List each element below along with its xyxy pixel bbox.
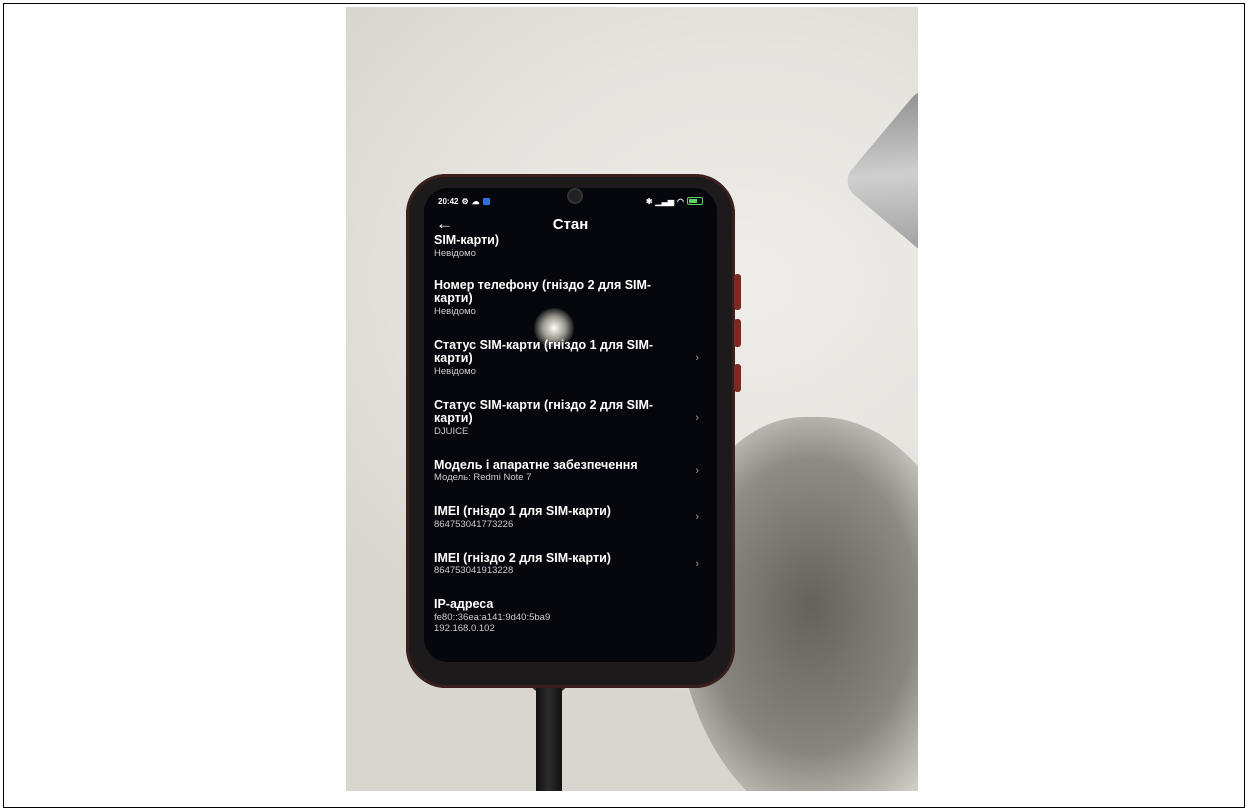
list-item[interactable]: Статус SIM-карти (гніздо 1 для SIM-карти…	[434, 337, 705, 377]
bluetooth-icon: ✱	[645, 196, 653, 206]
photo: 20:42 ⚙ ☁ ✱ ▁▃▅ ◠ ← Стан SIM-карти) Неві…	[346, 7, 918, 791]
list-item[interactable]: Статус SIM-карти (гніздо 2 для SIM-карти…	[434, 397, 705, 437]
gear-icon: ⚙	[461, 196, 469, 206]
list-item[interactable]: SIM-карти) Невідомо	[434, 233, 705, 259]
side-button	[734, 364, 741, 392]
item-value: 864753041773226	[434, 518, 514, 530]
signal-icon: ▁▃▅	[655, 196, 675, 206]
time: 20:42	[438, 196, 459, 206]
item-label: SIM-карти)	[434, 233, 500, 247]
charging-cable	[536, 677, 562, 791]
item-label: Модель і апаратне забезпечення	[434, 457, 638, 472]
status-list: SIM-карти) Невідомо Номер телефону (гніз…	[434, 232, 705, 634]
status-bar: 20:42 ⚙ ☁ ✱ ▁▃▅ ◠	[438, 195, 703, 207]
item-value: Невідомо	[434, 305, 476, 317]
cloud-icon: ☁	[471, 196, 480, 206]
item-value: fe80::36ea:a141:9d40:5ba9 192.168.0.102	[434, 611, 551, 634]
phone-screen: 20:42 ⚙ ☁ ✱ ▁▃▅ ◠ ← Стан SIM-карти) Неві…	[424, 188, 717, 662]
wifi-icon: ◠	[677, 196, 684, 206]
chevron-right-icon: ›	[695, 511, 699, 524]
chevron-right-icon: ›	[695, 464, 699, 477]
item-value: Невідомо	[434, 365, 476, 377]
back-arrow-icon[interactable]: ←	[436, 214, 466, 234]
page-title: Стан	[552, 215, 589, 233]
item-value: DJUICE	[434, 425, 469, 437]
item-value: 864753041913228	[434, 565, 514, 576]
battery-icon	[687, 197, 703, 205]
item-label: Номер телефону (гніздо 2 для SIM-карти)	[434, 277, 652, 305]
chevron-right-icon: ›	[695, 411, 699, 424]
item-value: Модель: Redmi Note 7	[434, 472, 532, 483]
item-label: IMEI (гніздо 1 для SIM-карти)	[434, 504, 611, 518]
list-item[interactable]: IMEI (гніздо 1 для SIM-карти) 8647530417…	[434, 504, 705, 530]
app-badge-icon	[482, 197, 490, 205]
chevron-right-icon: ›	[695, 351, 699, 364]
item-label: Статус SIM-карти (гніздо 2 для SIM-карти…	[434, 397, 654, 425]
item-label: Статус SIM-карти (гніздо 1 для SIM-карти…	[434, 337, 654, 365]
item-value: Невідомо	[434, 247, 476, 259]
chevron-right-icon: ›	[695, 557, 699, 570]
smartphone: 20:42 ⚙ ☁ ✱ ▁▃▅ ◠ ← Стан SIM-карти) Неві…	[406, 174, 741, 688]
item-label: IP-адреса	[434, 597, 494, 611]
background-object	[840, 83, 918, 261]
list-item[interactable]: Номер телефону (гніздо 2 для SIM-карти) …	[434, 277, 705, 317]
volume-button	[734, 274, 741, 310]
list-item[interactable]: IMEI (гніздо 2 для SIM-карти) 8647530419…	[434, 550, 705, 576]
item-label: IMEI (гніздо 2 для SIM-карти)	[434, 550, 611, 565]
list-item[interactable]: Модель і апаратне забезпечення Модель: R…	[434, 457, 705, 483]
list-item[interactable]: IP-адреса fe80::36ea:a141:9d40:5ba9 192.…	[434, 597, 705, 634]
power-button	[734, 319, 741, 347]
app-bar: ← Стан	[436, 214, 705, 234]
